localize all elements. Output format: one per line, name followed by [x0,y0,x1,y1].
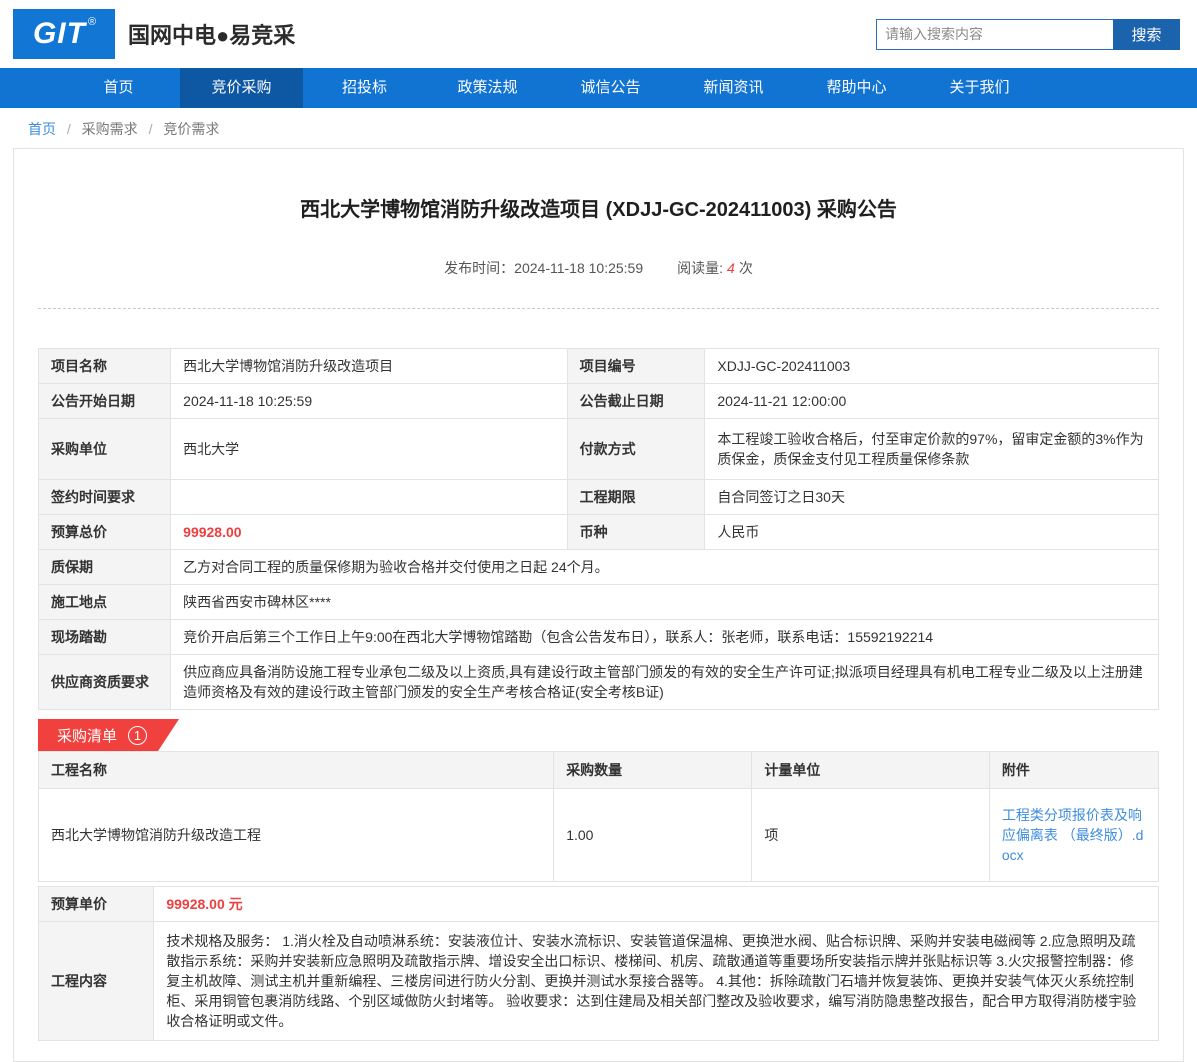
project-content-text: 技术规格及服务： 1.消火栓及自动喷淋系统：安装液位计、安装水流标识、安装管道保… [154,922,1159,1041]
nav-item-news[interactable]: 新闻资讯 [672,68,795,108]
column-header-name: 工程名称 [39,752,554,789]
table-row: 西北大学博物馆消防升级改造工程 1.00 项 工程类分项报价表及响应偏离表 （最… [39,789,1159,882]
table-header-row: 工程名称 采购数量 计量单位 附件 [39,752,1159,789]
announcement-meta: 发布时间：2024-11-18 10:25:59 阅读量:4次 [38,258,1159,278]
table-row: 质保期 乙方对合同工程的质量保修期为验收合格并交付使用之日起 24个月。 [39,550,1159,585]
site-logo[interactable]: GIT® [13,9,115,59]
unit-cell: 项 [752,789,989,882]
views-count: 4 [727,260,735,276]
logo-text: GIT [33,17,86,51]
nav-item-policy[interactable]: 政策法规 [426,68,549,108]
purchase-list-badge: 采购清单 1 [38,719,179,751]
main-nav: 首页 竞价采购 招投标 政策法规 诚信公告 新闻资讯 帮助中心 关于我们 [0,68,1197,108]
field-value [171,480,567,515]
nav-item-home[interactable]: 首页 [57,68,180,108]
page-title: 西北大学博物馆消防升级改造项目 (XDJJ-GC-202411003) 采购公告 [38,149,1159,222]
announcement-card: 西北大学博物馆消防升级改造项目 (XDJJ-GC-202411003) 采购公告… [13,148,1184,1062]
table-row: 采购单位 西北大学 付款方式 本工程竣工验收合格后，付至审定价款的97%，留审定… [39,419,1159,480]
column-header-quantity: 采购数量 [554,752,752,789]
budget-total-price: 99928.00 [171,515,567,550]
table-row: 施工地点 陕西省西安市碑林区**** [39,585,1159,620]
quantity-cell: 1.00 [554,789,752,882]
site-title: 国网中电●易竞采 [128,18,295,50]
purchase-list-badge-label: 采购清单 [57,725,117,746]
budget-content-table: 预算单价 99928.00 元 工程内容 技术规格及服务： 1.消火栓及自动喷淋… [38,886,1159,1041]
nav-item-bidding-purchase[interactable]: 竞价采购 [180,68,303,108]
attachment-link[interactable]: 工程类分项报价表及响应偏离表 （最终版）.docx [1002,807,1144,863]
count-badge-icon: 1 [128,726,147,745]
field-value: 竞价开启后第三个工作日上午9:00在西北大学博物馆踏勘（包含公告发布日），联系人… [171,620,1159,655]
budget-unit-price: 99928.00 元 [154,887,1159,922]
views-label: 阅读量: [677,260,723,276]
table-row: 供应商资质要求 供应商应具备消防设施工程专业承包二级及以上资质,具有建设行政主管… [39,655,1159,710]
table-row: 工程内容 技术规格及服务： 1.消火栓及自动喷淋系统：安装液位计、安装水流标识、… [39,922,1159,1041]
field-label: 项目编号 [567,349,705,384]
table-row: 项目名称 西北大学博物馆消防升级改造项目 项目编号 XDJJ-GC-202411… [39,349,1159,384]
column-header-attachment: 附件 [989,752,1158,789]
table-row: 预算单价 99928.00 元 [39,887,1159,922]
field-label: 公告开始日期 [39,384,171,419]
nav-item-help-center[interactable]: 帮助中心 [795,68,918,108]
field-label: 供应商资质要求 [39,655,171,710]
nav-item-tender[interactable]: 招投标 [303,68,426,108]
field-value: XDJJ-GC-202411003 [705,349,1159,384]
field-value: 人民币 [705,515,1159,550]
field-label: 质保期 [39,550,171,585]
publish-time-label: 发布时间： [444,260,514,276]
field-label: 币种 [567,515,705,550]
breadcrumb-home[interactable]: 首页 [28,121,56,137]
column-header-unit: 计量单位 [752,752,989,789]
field-label: 项目名称 [39,349,171,384]
field-label: 付款方式 [567,419,705,480]
field-label: 工程内容 [39,922,154,1041]
search-input[interactable] [876,19,1113,50]
field-label: 签约时间要求 [39,480,171,515]
publish-time-value: 2024-11-18 10:25:59 [514,260,643,276]
table-row: 现场踏勘 竞价开启后第三个工作日上午9:00在西北大学博物馆踏勘（包含公告发布日… [39,620,1159,655]
field-label: 预算总价 [39,515,171,550]
project-name-cell: 西北大学博物馆消防升级改造工程 [39,789,554,882]
nav-item-about-us[interactable]: 关于我们 [918,68,1041,108]
field-label: 预算单价 [39,887,154,922]
purchase-list-table: 工程名称 采购数量 计量单位 附件 西北大学博物馆消防升级改造工程 1.00 项… [38,751,1159,882]
field-value: 2024-11-18 10:25:59 [171,384,567,419]
registered-trademark-icon: ® [88,16,97,28]
field-value: 供应商应具备消防设施工程专业承包二级及以上资质,具有建设行政主管部门颁发的有效的… [171,655,1159,710]
field-value: 本工程竣工验收合格后，付至审定价款的97%，留审定金额的3%作为质保金，质保金支… [705,419,1159,480]
table-row: 公告开始日期 2024-11-18 10:25:59 公告截止日期 2024-1… [39,384,1159,419]
breadcrumb-bidding-demand[interactable]: 竞价需求 [163,121,219,137]
breadcrumb-purchase-demand[interactable]: 采购需求 [82,121,138,137]
field-value: 自合同签订之日30天 [705,480,1159,515]
top-header: GIT® 国网中电●易竞采 搜索 [0,0,1197,68]
table-row: 预算总价 99928.00 币种 人民币 [39,515,1159,550]
breadcrumb-separator: / [67,121,71,137]
field-value: 陕西省西安市碑林区**** [171,585,1159,620]
field-label: 施工地点 [39,585,171,620]
field-value: 2024-11-21 12:00:00 [705,384,1159,419]
field-label: 现场踏勘 [39,620,171,655]
project-info-table: 项目名称 西北大学博物馆消防升级改造项目 项目编号 XDJJ-GC-202411… [38,348,1159,710]
field-value: 乙方对合同工程的质量保修期为验收合格并交付使用之日起 24个月。 [171,550,1159,585]
field-label: 采购单位 [39,419,171,480]
views-unit: 次 [739,260,753,276]
field-value: 西北大学博物馆消防升级改造项目 [171,349,567,384]
nav-item-integrity-notice[interactable]: 诚信公告 [549,68,672,108]
field-label: 公告截止日期 [567,384,705,419]
field-value: 西北大学 [171,419,567,480]
dashed-divider [38,308,1159,309]
field-label: 工程期限 [567,480,705,515]
breadcrumb: 首页 / 采购需求 / 竞价需求 [0,108,1197,148]
breadcrumb-separator: / [149,121,153,137]
search-button[interactable]: 搜索 [1113,19,1180,50]
table-row: 签约时间要求 工程期限 自合同签订之日30天 [39,480,1159,515]
search-area: 搜索 [876,19,1180,50]
